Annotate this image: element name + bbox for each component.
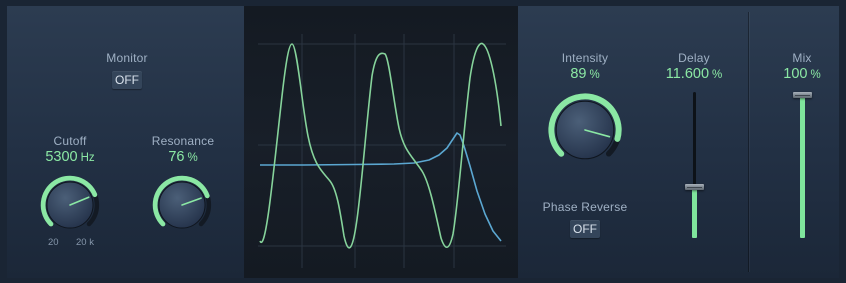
mix-unit: % bbox=[810, 69, 821, 81]
cutoff-label: Cutoff bbox=[53, 134, 87, 148]
resonance-value-number: 76 bbox=[168, 149, 185, 165]
mix-label: Mix bbox=[792, 51, 812, 65]
cutoff-unit: Hz bbox=[80, 152, 95, 164]
delay-value-number: 11.600 bbox=[665, 66, 710, 82]
delay-slider-fill bbox=[691, 187, 697, 238]
monitor-label: Monitor bbox=[106, 51, 148, 65]
mix-value-number: 100 bbox=[783, 66, 808, 82]
filter-response-curve bbox=[260, 132, 502, 242]
intensity-value: 89% bbox=[570, 66, 599, 82]
cutoff-value: 5300 Hz bbox=[45, 149, 94, 165]
mix-slider-fill bbox=[799, 95, 805, 238]
resonance-unit: % bbox=[187, 152, 198, 164]
waveform-display bbox=[244, 6, 518, 278]
display-grid bbox=[258, 34, 506, 268]
resonance-value: 76% bbox=[168, 149, 197, 165]
cutoff-knob[interactable] bbox=[38, 173, 102, 237]
cutoff-range-max: 20 k bbox=[76, 237, 94, 248]
delay-value: 11.600% bbox=[666, 66, 723, 82]
phaser-plugin-window: Monitor OFF Cutoff 5300 Hz 20 20 k Resona… bbox=[0, 0, 846, 283]
waveform-graph bbox=[258, 34, 506, 268]
resonance-knob[interactable] bbox=[150, 173, 214, 237]
phase-reverse-button[interactable]: OFF bbox=[570, 220, 600, 238]
lfo-waveform-curve bbox=[259, 42, 502, 249]
delay-unit: % bbox=[712, 69, 723, 81]
mix-slider-handle[interactable] bbox=[792, 92, 812, 98]
phase-reverse-label: Phase Reverse bbox=[542, 200, 628, 214]
mix-value: 100% bbox=[783, 66, 820, 82]
mix-slider[interactable] bbox=[792, 92, 812, 238]
intensity-unit: % bbox=[589, 69, 600, 81]
delay-label: Delay bbox=[678, 51, 710, 65]
cutoff-value-number: 5300 bbox=[45, 149, 78, 165]
delay-slider[interactable] bbox=[684, 92, 704, 238]
intensity-knob[interactable] bbox=[545, 90, 625, 170]
intensity-label: Intensity bbox=[561, 51, 609, 65]
delay-slider-handle[interactable] bbox=[684, 184, 704, 191]
mix-divider bbox=[748, 12, 749, 272]
resonance-label: Resonance bbox=[151, 134, 215, 148]
intensity-value-number: 89 bbox=[570, 66, 587, 82]
monitor-button[interactable]: OFF bbox=[112, 71, 142, 89]
cutoff-range-min: 20 bbox=[48, 237, 59, 248]
